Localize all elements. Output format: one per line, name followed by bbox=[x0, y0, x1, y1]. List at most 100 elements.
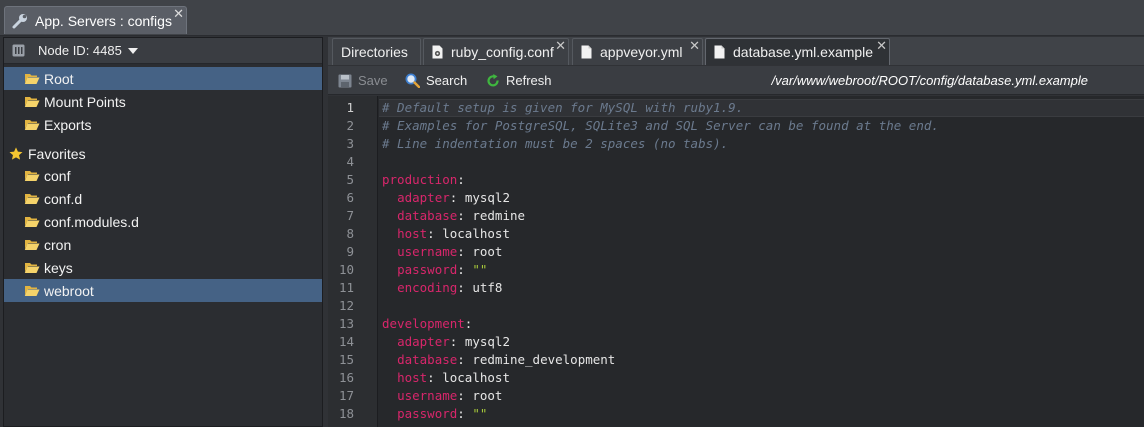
code-line: username: root bbox=[397, 388, 503, 403]
file-path: /var/www/webroot/ROOT/config/database.ym… bbox=[771, 73, 1088, 88]
code-line: host: localhost bbox=[397, 370, 510, 385]
line-number: 11 bbox=[338, 280, 354, 295]
tab-database-yml-example[interactable]: database.yml.example ✕ bbox=[705, 38, 890, 65]
tab-close-icon[interactable]: ✕ bbox=[555, 39, 566, 52]
tree-item-label: Favorites bbox=[28, 145, 86, 162]
tree-item-conf-modules-d[interactable]: conf.modules.d bbox=[4, 210, 322, 233]
line-number: 15 bbox=[338, 352, 354, 367]
document-gear-icon bbox=[432, 45, 443, 59]
tree-item-webroot[interactable]: webroot bbox=[4, 279, 322, 302]
tab-close-icon[interactable]: ✕ bbox=[876, 39, 887, 52]
wrench-icon bbox=[12, 13, 27, 28]
tree-item-label: conf bbox=[44, 167, 71, 184]
search-label: Search bbox=[426, 73, 468, 88]
line-number: 14 bbox=[338, 334, 354, 349]
tree-item-conf[interactable]: conf bbox=[4, 164, 322, 187]
window-tab-title: App. Servers : configs bbox=[35, 12, 172, 29]
tab-label: Directories bbox=[341, 44, 408, 60]
code-line: encoding: utf8 bbox=[397, 280, 503, 295]
tree-item-label: webroot bbox=[44, 282, 94, 299]
search-icon bbox=[405, 73, 420, 88]
tree-item-cron[interactable]: cron bbox=[4, 233, 322, 256]
line-number: 9 bbox=[346, 244, 354, 259]
tree-item-label: Root bbox=[44, 70, 74, 87]
folder-open-icon bbox=[24, 120, 40, 130]
code-line: # Line indentation must be 2 spaces (no … bbox=[382, 136, 729, 151]
folder-open-icon bbox=[24, 194, 40, 204]
line-number: 13 bbox=[338, 316, 354, 331]
line-number: 12 bbox=[338, 298, 354, 313]
tab-label: appveyor.yml bbox=[600, 44, 683, 60]
line-number: 6 bbox=[346, 190, 354, 205]
tree-item-label: keys bbox=[44, 259, 73, 276]
line-number: 4 bbox=[346, 154, 354, 169]
window-tab-app-servers[interactable]: App. Servers : configs ✕ bbox=[4, 6, 187, 34]
line-number: 10 bbox=[338, 262, 354, 277]
tree-item-root[interactable]: Root bbox=[4, 67, 322, 90]
folder-open-icon bbox=[24, 240, 40, 250]
document-icon bbox=[581, 45, 592, 59]
code-line: host: localhost bbox=[397, 226, 510, 241]
tab-directories[interactable]: Directories bbox=[332, 38, 421, 65]
code-line: adapter: mysql2 bbox=[397, 334, 510, 349]
tree-item-mount-points[interactable]: Mount Points bbox=[4, 90, 322, 113]
line-number: 1 bbox=[346, 100, 354, 115]
tree-item-label: Exports bbox=[44, 116, 92, 133]
tree-item-label: conf.d bbox=[44, 190, 83, 207]
line-number-gutter: 1 2 3 4 5 6 7 8 9 10 11 12 13 14 15 16 1… bbox=[328, 96, 378, 427]
tab-label: ruby_config.conf bbox=[451, 44, 554, 60]
node-selector[interactable]: Node ID: 4485 bbox=[4, 38, 322, 64]
folder-open-icon bbox=[24, 286, 40, 296]
code-line: username: root bbox=[397, 244, 503, 259]
window-tab-close-icon[interactable]: ✕ bbox=[173, 7, 184, 20]
line-number: 7 bbox=[346, 208, 354, 223]
code-editor[interactable]: 1 2 3 4 5 6 7 8 9 10 11 12 13 14 15 16 1… bbox=[328, 96, 1144, 427]
tab-close-icon[interactable]: ✕ bbox=[689, 39, 700, 52]
line-number: 17 bbox=[338, 388, 354, 403]
tree-item-exports[interactable]: Exports bbox=[4, 113, 322, 136]
folder-open-icon bbox=[24, 97, 40, 107]
code-line: password: "" bbox=[397, 406, 488, 421]
code-line: development: bbox=[382, 316, 473, 331]
floppy-disk-icon bbox=[338, 74, 352, 87]
line-number: 18 bbox=[338, 406, 354, 421]
tree-item-keys[interactable]: keys bbox=[4, 256, 322, 279]
window-tab-strip: App. Servers : configs ✕ bbox=[0, 0, 1144, 36]
save-button[interactable]: Save bbox=[338, 73, 388, 88]
code-line: # Examples for PostgreSQL, SQLite3 and S… bbox=[382, 118, 939, 133]
save-label: Save bbox=[358, 73, 388, 88]
tree-item-label: cron bbox=[44, 236, 72, 253]
folder-open-icon bbox=[24, 263, 40, 273]
star-icon bbox=[9, 147, 23, 160]
tab-ruby-config-conf[interactable]: ruby_config.conf ✕ bbox=[423, 38, 569, 65]
tree-item-label: conf.modules.d bbox=[44, 213, 139, 230]
refresh-button[interactable]: Refresh bbox=[486, 73, 552, 88]
code-line: database: redmine bbox=[397, 208, 526, 223]
chevron-down-icon[interactable] bbox=[127, 47, 138, 54]
tree-item-favorites[interactable]: Favorites bbox=[4, 142, 322, 165]
line-number: 8 bbox=[346, 226, 354, 241]
tree-item-label: Mount Points bbox=[44, 93, 126, 110]
document-icon bbox=[714, 45, 725, 59]
refresh-icon bbox=[487, 73, 499, 86]
code-line: production: bbox=[382, 172, 465, 187]
refresh-label: Refresh bbox=[506, 73, 552, 88]
tree-item-conf-d[interactable]: conf.d bbox=[4, 187, 322, 210]
tab-label: database.yml.example bbox=[733, 44, 874, 60]
editor-toolbar: Save Search Refresh /var/www/webroot/ROO… bbox=[328, 66, 1144, 95]
code-line: database: redmine_development bbox=[397, 352, 616, 367]
server-icon bbox=[12, 44, 25, 57]
folder-open-icon bbox=[24, 171, 40, 181]
line-number: 2 bbox=[346, 118, 354, 133]
line-number: 16 bbox=[338, 370, 354, 385]
tab-appveyor-yml[interactable]: appveyor.yml ✕ bbox=[572, 38, 703, 65]
code-line: adapter: mysql2 bbox=[397, 190, 510, 205]
node-id-label: Node ID: 4485 bbox=[38, 43, 122, 58]
line-number: 3 bbox=[346, 136, 354, 151]
file-tabs: Directories ruby_config.conf ✕ appveyor.… bbox=[328, 37, 1144, 65]
code-line: password: "" bbox=[397, 262, 488, 277]
line-number: 5 bbox=[346, 172, 354, 187]
search-button[interactable]: Search bbox=[405, 73, 467, 88]
code-line: # Default setup is given for MySQL with … bbox=[382, 100, 744, 115]
folder-open-icon bbox=[24, 217, 40, 227]
